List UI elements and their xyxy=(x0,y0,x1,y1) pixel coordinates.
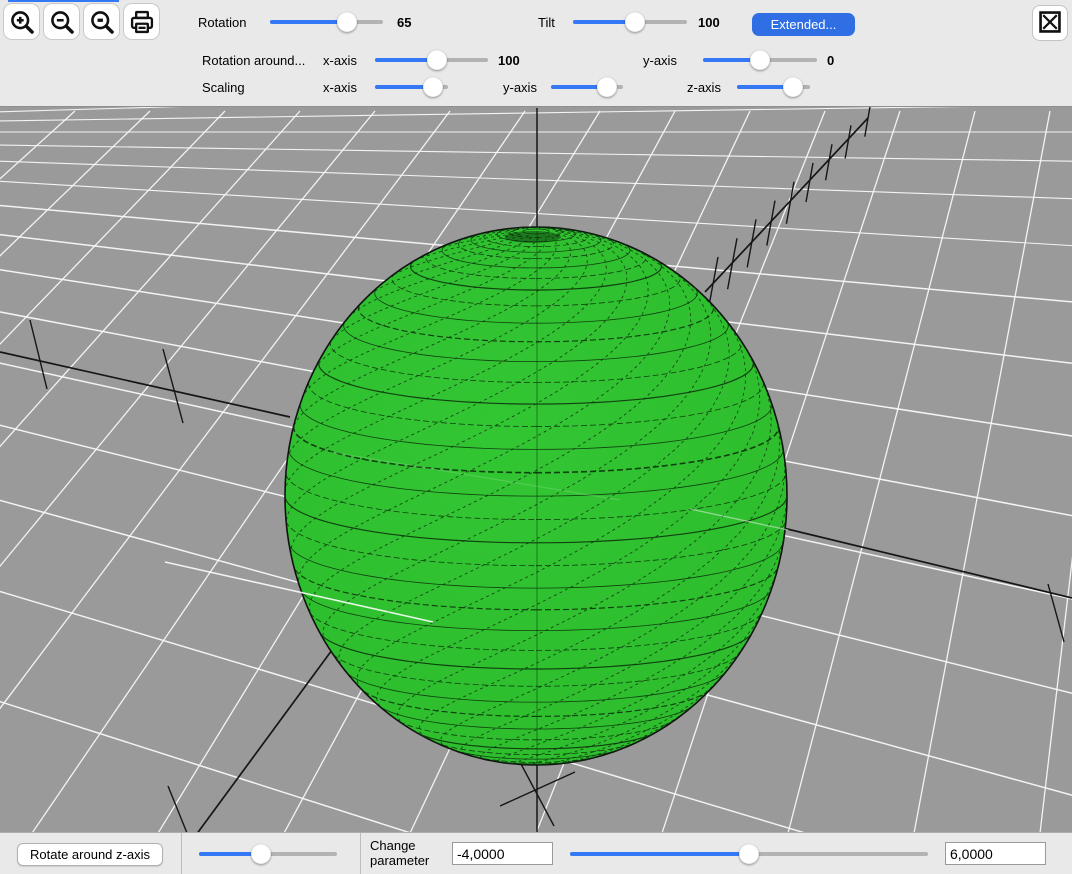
separator xyxy=(360,833,361,874)
rotation-around-x-thumb[interactable] xyxy=(427,50,447,70)
rotation-slider[interactable] xyxy=(270,12,383,32)
rotation-around-label: Rotation around... xyxy=(202,53,305,68)
zoom-in-icon xyxy=(8,8,36,36)
scaling-z-slider[interactable] xyxy=(737,77,810,97)
close-window-icon xyxy=(1033,5,1067,42)
rotation-around-y-label: y-axis xyxy=(643,53,677,68)
extended-button[interactable]: Extended... xyxy=(752,13,855,36)
tilt-value: 100 xyxy=(698,15,720,30)
rotation-around-x-value: 100 xyxy=(498,53,520,68)
rotation-around-y-value: 0 xyxy=(827,53,834,68)
rotation-label: Rotation xyxy=(198,15,246,30)
application-window: Rotation 65 Tilt 100 Extended... Rotatio… xyxy=(0,0,1072,874)
zoom-in-button[interactable] xyxy=(3,3,40,40)
zoom-out-icon xyxy=(48,8,76,36)
scaling-label: Scaling xyxy=(202,80,245,95)
rotation-around-x-label: x-axis xyxy=(323,53,357,68)
rotate-around-z-button[interactable]: Rotate around z-axis xyxy=(17,843,163,866)
scaling-y-slider[interactable] xyxy=(551,77,623,97)
change-parameter-label: Change parameter xyxy=(370,838,444,868)
close-window-button[interactable] xyxy=(1032,5,1068,41)
tilt-slider-thumb[interactable] xyxy=(625,12,645,32)
zoom-out-small-button[interactable] xyxy=(83,3,120,40)
parameter-max-input[interactable] xyxy=(945,842,1046,865)
animation-slider[interactable] xyxy=(199,844,337,864)
rotation-value: 65 xyxy=(397,15,411,30)
rotation-around-x-slider[interactable] xyxy=(375,50,488,70)
rotation-slider-thumb[interactable] xyxy=(337,12,357,32)
print-icon xyxy=(128,8,156,36)
scaling-y-thumb[interactable] xyxy=(597,77,617,97)
scaling-x-thumb[interactable] xyxy=(423,77,443,97)
tilt-slider[interactable] xyxy=(573,12,687,32)
separator xyxy=(181,833,182,874)
print-button[interactable] xyxy=(123,3,160,40)
scaling-x-slider[interactable] xyxy=(375,77,448,97)
scaling-z-label: z-axis xyxy=(687,80,721,95)
scaling-x-label: x-axis xyxy=(323,80,357,95)
zoom-out-small-icon xyxy=(88,8,116,36)
scaling-y-label: y-axis xyxy=(503,80,537,95)
tilt-label: Tilt xyxy=(538,15,555,30)
zoom-out-button[interactable] xyxy=(43,3,80,40)
bottom-bar: Rotate around z-axis Change parameter xyxy=(0,832,1072,874)
toolbar: Rotation 65 Tilt 100 Extended... Rotatio… xyxy=(0,0,1072,107)
parameter-slider[interactable] xyxy=(570,844,928,864)
animation-slider-thumb[interactable] xyxy=(251,844,271,864)
parameter-min-input[interactable] xyxy=(452,842,553,865)
viewport-3d-sphere[interactable] xyxy=(0,106,1072,832)
parameter-slider-thumb[interactable] xyxy=(739,844,759,864)
window-accent-strip xyxy=(8,0,119,2)
rotation-around-y-thumb[interactable] xyxy=(750,50,770,70)
scaling-z-thumb[interactable] xyxy=(783,77,803,97)
rotation-around-y-slider[interactable] xyxy=(703,50,817,70)
